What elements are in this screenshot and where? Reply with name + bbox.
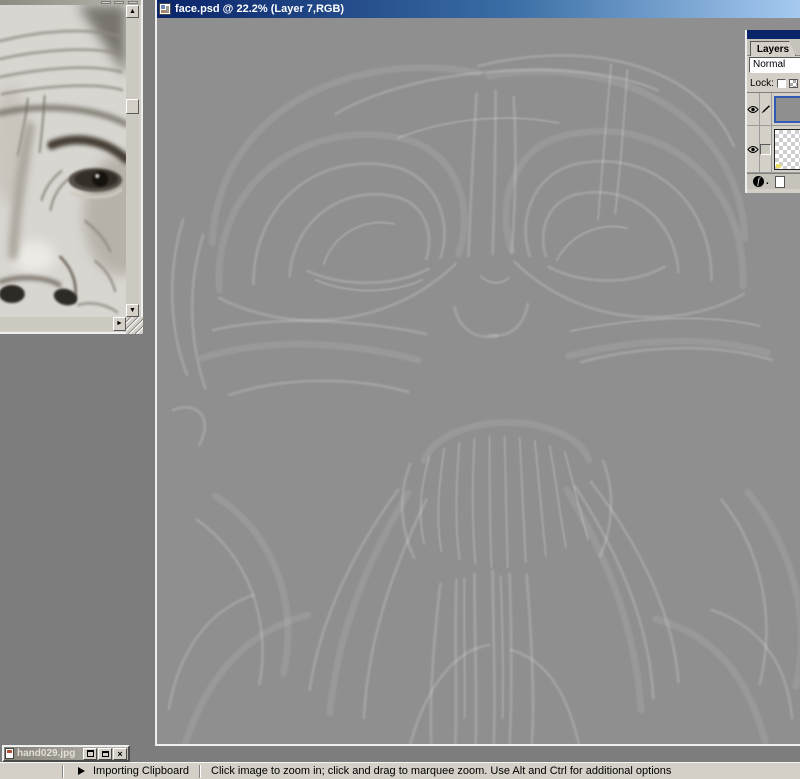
tab-layers[interactable]: Layers [750,41,796,56]
vertical-scrollbar[interactable]: ▲ ▼ [126,5,139,317]
blend-mode-row: Normal [747,56,800,75]
status-bar: Importing Clipboard Click image to zoom … [0,762,800,779]
link-indicator-empty[interactable] [760,126,772,172]
layer-row-selected[interactable] [747,93,800,126]
minimized-window-title: hand029.jpg [17,748,82,759]
fx-dot: . [766,176,769,187]
layer-style-fx-button[interactable]: f [753,176,764,187]
reference-photo[interactable] [0,5,126,317]
scroll-down-arrow-icon[interactable]: ▼ [126,304,139,317]
layer-visibility-toggle[interactable] [747,126,760,172]
status-separator [62,765,64,778]
layer-thumbnail-selected[interactable] [774,96,800,123]
empty-link-box [760,144,771,155]
reference-image-window: ▲ ▼ ► [0,0,143,334]
thumbnail-paint-speck [776,164,781,168]
layer-thumbnail-cell[interactable] [772,93,800,125]
status-separator [199,765,201,778]
document-title: face.psd @ 22.2% (Layer 7,RGB) [175,3,344,15]
close-button[interactable]: × [113,748,127,760]
restore-button[interactable] [83,748,97,760]
document-canvas[interactable] [157,18,800,744]
minimized-document-window[interactable]: hand029.jpg × [2,745,130,762]
palette-footer: f . [747,173,800,189]
scroll-up-arrow-icon[interactable]: ▲ [126,5,139,18]
layer-thumbnail-cell[interactable] [772,126,800,172]
status-hint-text: Click image to zoom in; click and drag t… [205,765,671,777]
layers-palette: Layers Normal Lock: [745,30,800,193]
vertical-scroll-thumb[interactable] [126,99,139,114]
transparency-checker-icon [789,79,798,88]
minimize-button[interactable] [101,1,111,4]
window-resize-grip[interactable] [126,317,143,334]
maximize-button[interactable] [114,1,124,4]
paintbrush-icon [760,104,771,115]
desktop: face.psd @ 22.2% (Layer 7,RGB) [0,0,800,779]
layer-row[interactable] [747,126,800,173]
layer-visibility-toggle[interactable] [747,93,760,125]
old-man-face-photo [0,5,126,317]
status-play-arrow-icon[interactable] [78,767,85,775]
maximize-icon [102,751,109,757]
face-sketch-drawing [157,18,800,744]
lock-transparency-checkbox[interactable] [777,79,786,88]
blend-mode-select[interactable]: Normal [749,57,800,73]
layer-thumbnail-transparent[interactable] [774,129,800,170]
eye-icon [747,105,759,114]
jpg-file-icon [5,748,14,759]
palette-tab-row: Layers [747,39,800,56]
palette-titlebar[interactable] [747,30,800,39]
active-paint-indicator [760,93,772,125]
status-tool-text: Importing Clipboard [93,765,195,777]
new-layer-button[interactable] [775,176,785,188]
lock-row: Lock: [747,75,800,92]
document-titlebar[interactable]: face.psd @ 22.2% (Layer 7,RGB) [157,0,800,18]
eye-icon [747,145,759,154]
restore-icon [87,750,94,757]
psd-file-icon [159,3,171,15]
lock-label: Lock: [750,78,774,89]
close-button[interactable] [128,1,138,4]
document-window: face.psd @ 22.2% (Layer 7,RGB) [155,0,800,746]
horizontal-scrollbar[interactable]: ► [0,317,126,331]
scroll-right-arrow-icon[interactable]: ► [113,317,126,331]
maximize-button[interactable] [98,748,112,760]
